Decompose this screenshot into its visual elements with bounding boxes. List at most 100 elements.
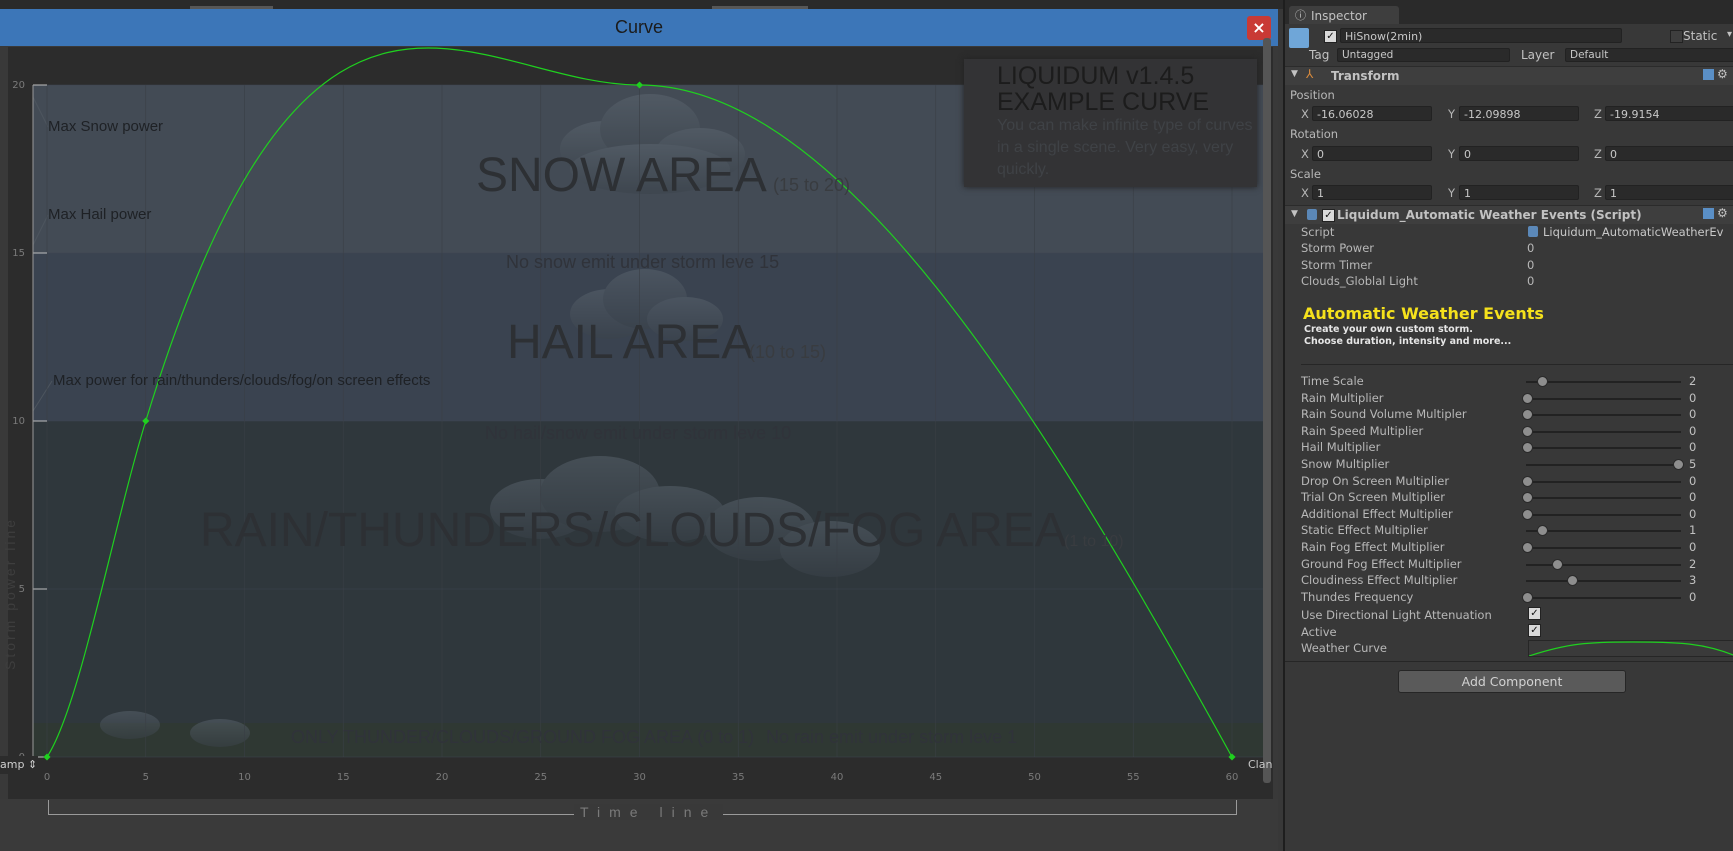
x-tick-label: 60 xyxy=(1226,772,1239,783)
slider-value[interactable]: 0 xyxy=(1689,507,1696,521)
curve-scrollbar[interactable] xyxy=(1263,38,1271,783)
slider-track[interactable] xyxy=(1526,447,1681,450)
slider-value[interactable]: 0 xyxy=(1689,407,1696,421)
slider-thumb[interactable] xyxy=(1537,376,1549,387)
help-book-icon[interactable] xyxy=(1703,69,1714,80)
slider-track[interactable] xyxy=(1526,414,1681,417)
weather-events-subheading: Create your own custom storm. xyxy=(1304,324,1473,335)
slider-track[interactable] xyxy=(1526,480,1681,483)
slider-track[interactable] xyxy=(1526,563,1681,566)
slider-thumb[interactable] xyxy=(1522,542,1533,553)
gear-icon[interactable]: ⚙ xyxy=(1717,206,1728,220)
slider-thumb[interactable] xyxy=(1522,442,1533,454)
gameobject-active-checkbox[interactable]: ✓ xyxy=(1324,30,1337,43)
slider-value[interactable]: 3 xyxy=(1689,573,1696,587)
layer-select[interactable]: Default xyxy=(1565,48,1733,62)
snow-area-note: No snow emit under storm leve 15 xyxy=(506,252,780,272)
inspector-tab[interactable]: ⓘ Inspector xyxy=(1289,6,1399,24)
max-rain-annotation: Max power for rain/thunders/clouds/fog/o… xyxy=(53,372,431,389)
pre-wrap-mode-select[interactable]: amp ⇕ xyxy=(0,756,38,774)
slider-value[interactable]: 2 xyxy=(1689,557,1696,571)
gameobject-name-field[interactable]: HiSnow(2min) xyxy=(1340,28,1622,43)
tag-select[interactable]: Untagged xyxy=(1337,48,1510,62)
hail-area-title: HAIL AREA xyxy=(507,316,754,369)
slider-thumb[interactable] xyxy=(1522,591,1533,603)
slider-thumb[interactable] xyxy=(1522,425,1533,437)
slider-value[interactable]: 0 xyxy=(1689,391,1696,405)
slider-track[interactable] xyxy=(1526,547,1681,549)
chevron-down-icon[interactable]: ▾ xyxy=(1727,29,1732,40)
position-x-field[interactable]: -16.06028 xyxy=(1312,106,1432,121)
slider-thumb[interactable] xyxy=(1522,492,1533,504)
slider-value[interactable]: 0 xyxy=(1689,590,1696,604)
scale-x-field[interactable]: 1 xyxy=(1312,185,1432,200)
snow-area-title: SNOW AREA xyxy=(476,149,767,202)
field-value[interactable]: 0 xyxy=(1527,274,1534,288)
use-directional-light-label: Use Directional Light Attenuation xyxy=(1301,608,1492,622)
slider-value[interactable]: 0 xyxy=(1689,424,1696,438)
chevron-updown-icon: ⇕ xyxy=(27,758,38,771)
rotation-x-field[interactable]: 0 xyxy=(1312,146,1432,161)
axis-y-label: Y xyxy=(1448,107,1456,121)
script-enabled-checkbox[interactable]: ✓ xyxy=(1322,209,1335,222)
slider-track[interactable] xyxy=(1526,530,1681,533)
slider-thumb[interactable] xyxy=(1673,459,1684,470)
add-component-button[interactable]: Add Component xyxy=(1398,670,1626,693)
slider-value[interactable]: 2 xyxy=(1689,374,1696,388)
slider-track[interactable] xyxy=(1526,464,1681,466)
scale-z-field[interactable]: 1 xyxy=(1605,185,1733,200)
slider-track[interactable] xyxy=(1526,381,1681,383)
slider-thumb[interactable] xyxy=(1567,575,1579,587)
slider-thumb[interactable] xyxy=(1552,558,1564,570)
slider-track[interactable] xyxy=(1526,397,1681,400)
rotation-y-field[interactable]: 0 xyxy=(1459,146,1579,161)
transform-icon: ⅄ xyxy=(1306,67,1314,81)
slider-value[interactable]: 0 xyxy=(1689,474,1696,488)
use-directional-light-checkbox[interactable]: ✓ xyxy=(1528,607,1541,620)
field-value[interactable]: 0 xyxy=(1527,258,1534,272)
weather-curve-preview[interactable] xyxy=(1528,640,1733,657)
slider-thumb[interactable] xyxy=(1522,409,1533,421)
static-checkbox[interactable] xyxy=(1670,30,1683,43)
script-icon xyxy=(1307,209,1317,220)
foldout-arrow-icon[interactable]: ▼ xyxy=(1291,69,1298,79)
axis-x-label: X xyxy=(1301,147,1309,161)
x-tick-label: 15 xyxy=(337,772,350,783)
axis-z-label: Z xyxy=(1594,147,1602,161)
slider-track[interactable] xyxy=(1526,580,1681,583)
foldout-arrow-icon[interactable]: ▼ xyxy=(1291,209,1298,219)
liquidum-title-line1: LIQUIDUM v1.4.5 xyxy=(997,62,1195,90)
slider-thumb[interactable] xyxy=(1522,392,1533,404)
slider-thumb[interactable] xyxy=(1522,508,1533,520)
slider-label: Rain Fog Effect Multiplier xyxy=(1301,540,1445,554)
slider-track[interactable] xyxy=(1526,596,1681,599)
max-hail-annotation: Max Hail power xyxy=(48,206,152,223)
position-z-field[interactable]: -19.9154 xyxy=(1605,106,1733,121)
gear-icon[interactable]: ⚙ xyxy=(1717,67,1728,81)
field-label: Storm Power xyxy=(1301,241,1374,255)
x-tick-label: 5 xyxy=(143,772,149,783)
slider-value[interactable]: 0 xyxy=(1689,440,1696,454)
field-value[interactable]: 0 xyxy=(1527,241,1534,255)
post-wrap-mode-select[interactable]: Clan xyxy=(1248,758,1272,771)
slider-track[interactable] xyxy=(1526,497,1681,500)
slider-value[interactable]: 0 xyxy=(1689,490,1696,504)
slider-value[interactable]: 1 xyxy=(1689,523,1696,537)
x-tick-label: 30 xyxy=(633,772,646,783)
slider-thumb[interactable] xyxy=(1537,525,1549,537)
position-y-field[interactable]: -12.09898 xyxy=(1459,106,1579,121)
script-field-value[interactable]: Liquidum_AutomaticWeatherEv xyxy=(1543,225,1723,239)
scale-y-field[interactable]: 1 xyxy=(1459,185,1579,200)
slider-label: Rain Multiplier xyxy=(1301,390,1384,405)
slider-label: Static Effect Multiplier xyxy=(1301,523,1428,538)
slider-track[interactable] xyxy=(1526,430,1681,433)
slider-thumb[interactable] xyxy=(1522,475,1533,487)
active-checkbox[interactable]: ✓ xyxy=(1528,624,1541,637)
slider-value[interactable]: 0 xyxy=(1689,540,1696,554)
help-book-icon[interactable] xyxy=(1703,208,1714,219)
rotation-z-field[interactable]: 0 xyxy=(1605,146,1733,161)
slider-value[interactable]: 5 xyxy=(1689,457,1696,471)
storm-power-axis-label: Storm power line xyxy=(2,516,18,670)
x-tick-label: 25 xyxy=(534,772,547,783)
slider-track[interactable] xyxy=(1526,513,1681,516)
